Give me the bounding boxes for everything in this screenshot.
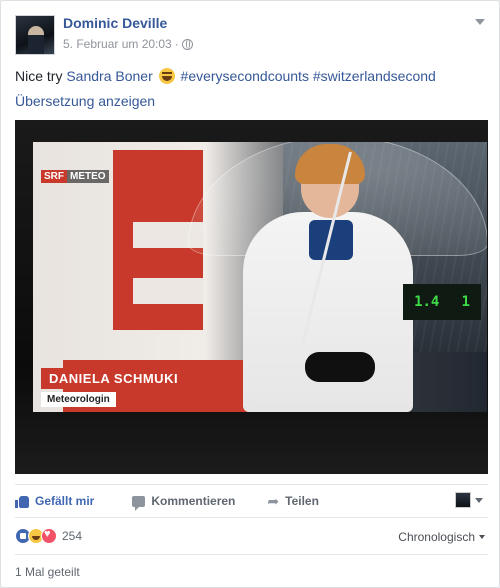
- like-label: Gefällt mir: [35, 494, 95, 508]
- tv-screen: 1.4 1 SRF METEO DANIELA SCHMUKI Meteorol…: [33, 142, 487, 412]
- hashtag-link[interactable]: #switzerlandsecond: [313, 68, 436, 84]
- author-name[interactable]: Dominic Deville: [63, 15, 167, 31]
- share-label: Teilen: [285, 494, 319, 508]
- sort-label: Chronologisch: [398, 530, 475, 544]
- meta-separator: ·: [174, 37, 179, 51]
- post-options-chevron-icon[interactable]: [475, 19, 485, 25]
- divider: [15, 554, 488, 555]
- post-text-start: Nice try: [15, 68, 67, 84]
- share-count[interactable]: 1 Mal geteilt: [15, 565, 80, 579]
- comment-label: Kommentieren: [151, 494, 236, 508]
- laughing-emoji-icon: [158, 68, 175, 84]
- share-button[interactable]: ➦ Teilen: [267, 493, 319, 510]
- action-bar: Gefällt mir Kommentieren ➦ Teilen: [15, 489, 488, 513]
- post-timestamp[interactable]: 5. Februar um 20:03: [63, 37, 172, 51]
- globe-icon[interactable]: [181, 38, 193, 50]
- post-meta: 5. Februar um 20:03 ·: [63, 37, 193, 51]
- react-as-selector[interactable]: [455, 492, 483, 508]
- weather-display: 1.4 1: [403, 284, 481, 320]
- share-arrow-icon: ➦: [267, 492, 280, 509]
- avatar-figure: [28, 26, 44, 54]
- reaction-count: 254: [62, 529, 83, 543]
- author-avatar[interactable]: [15, 15, 55, 55]
- post-photo[interactable]: 1.4 1 SRF METEO DANIELA SCHMUKI Meteorol…: [15, 120, 488, 474]
- lower-third: DANIELA SCHMUKI Meteorologin: [41, 368, 187, 407]
- chevron-down-icon: [475, 497, 483, 503]
- divider: [15, 517, 488, 518]
- display-value-right: 1: [461, 294, 470, 310]
- divider: [15, 484, 488, 485]
- comment-icon: [132, 495, 146, 511]
- page-avatar: [455, 492, 471, 508]
- translate-link[interactable]: Übersetzung anzeigen: [15, 93, 155, 109]
- hashtag-link[interactable]: #everysecondcounts: [181, 68, 309, 84]
- comment-button[interactable]: Kommentieren: [132, 494, 236, 511]
- reactions-summary[interactable]: 254: [15, 528, 82, 544]
- presenter-gloves: [305, 352, 375, 382]
- like-button[interactable]: Gefällt mir: [15, 494, 94, 508]
- chevron-down-icon: [479, 535, 485, 539]
- post-text: Nice try Sandra Boner #everysecondcounts…: [15, 67, 436, 85]
- channel-logo: SRF METEO: [41, 170, 109, 183]
- post-card: Dominic Deville 5. Februar um 20:03 · Ni…: [0, 0, 500, 588]
- channel-logo-meteo: METEO: [67, 170, 109, 183]
- channel-logo-srf: SRF: [41, 170, 67, 183]
- mention-link[interactable]: Sandra Boner: [66, 68, 152, 84]
- love-reaction-icon: [41, 528, 57, 544]
- thumbs-up-icon: [15, 495, 29, 508]
- comment-sort-dropdown[interactable]: Chronologisch: [398, 530, 485, 544]
- lower-third-name: DANIELA SCHMUKI: [41, 368, 187, 389]
- display-value-left: 1.4: [414, 294, 440, 310]
- lower-third-role: Meteorologin: [41, 392, 116, 407]
